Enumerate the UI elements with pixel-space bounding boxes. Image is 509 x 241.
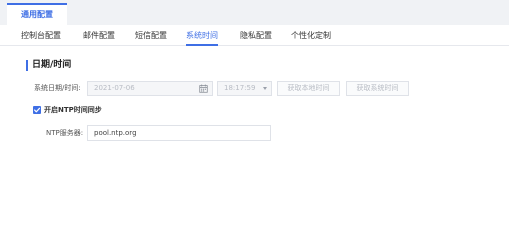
section-title-datetime: 日期/时间 — [26, 60, 71, 71]
tab-system-time[interactable]: 系统时间 — [186, 25, 218, 46]
tab-customization[interactable]: 个性化定制 — [291, 25, 331, 46]
tab-mail-config[interactable]: 邮件配置 — [83, 25, 115, 46]
ntp-server-value: pool.ntp.org — [94, 129, 137, 137]
time-select[interactable]: 18:17:59 — [217, 81, 272, 96]
time-value: 18:17:59 — [224, 84, 256, 92]
ntp-sync-checkbox[interactable] — [33, 106, 41, 114]
tab-sms-config[interactable]: 短信配置 — [135, 25, 167, 46]
sub-tab-bar: 控制台配置 邮件配置 短信配置 系统时间 隐私配置 个性化定制 — [0, 25, 509, 46]
tab-console-config[interactable]: 控制台配置 — [21, 25, 61, 46]
get-system-time-button[interactable]: 获取系统时间 — [346, 81, 409, 96]
check-icon — [34, 107, 41, 113]
ntp-sync-label[interactable]: 开启NTP时间同步 — [44, 105, 102, 115]
get-local-time-button[interactable]: 获取本地时间 — [277, 81, 340, 96]
date-value: 2021-07-06 — [94, 84, 135, 92]
tab-privacy-config[interactable]: 隐私配置 — [240, 25, 272, 46]
calendar-icon[interactable] — [199, 84, 208, 93]
system-time-settings-page: 通用配置 控制台配置 邮件配置 短信配置 系统时间 隐私配置 个性化定制 日期/… — [0, 0, 509, 241]
chevron-down-icon — [263, 87, 267, 90]
tab-general-config[interactable]: 通用配置 — [7, 3, 67, 25]
ntp-server-input[interactable]: pool.ntp.org — [87, 125, 271, 141]
datetime-label: 系统日期/时间: — [34, 84, 81, 92]
top-tab-bar: 通用配置 — [0, 0, 509, 25]
date-input[interactable]: 2021-07-06 — [87, 81, 213, 96]
ntp-server-label: NTP服务器: — [46, 129, 84, 137]
